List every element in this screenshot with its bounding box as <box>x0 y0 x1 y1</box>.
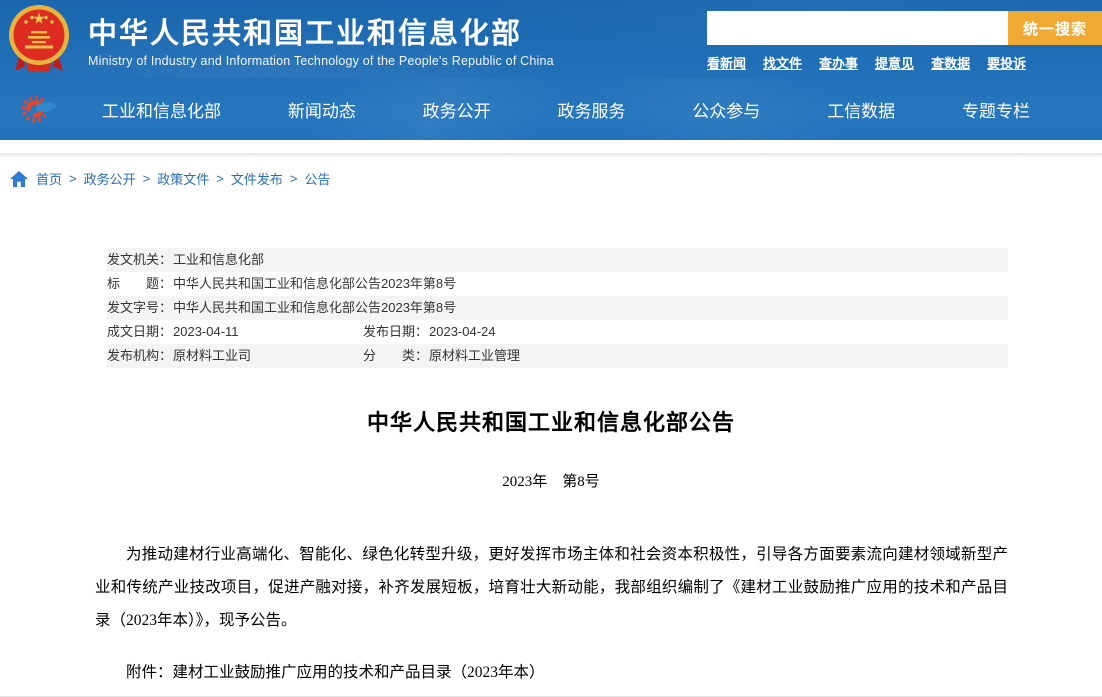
meta-value: 工业和信息化部 <box>173 248 1008 272</box>
nav-item-news[interactable]: 新闻动态 <box>288 97 356 122</box>
meta-row-publisher-category: 发布机构： 原材料工业司 分 类： 原材料工业管理 <box>107 344 1008 368</box>
meta-label: 分 类： <box>363 344 429 368</box>
home-icon[interactable] <box>10 171 28 187</box>
search-bar: 统一搜索 <box>707 11 1102 45</box>
quick-link-files[interactable]: 找文件 <box>763 53 802 72</box>
breadcrumb-separator: > <box>290 171 298 186</box>
nav-item-gov-services[interactable]: 政务服务 <box>557 97 625 122</box>
document-meta-table: 发文机关： 工业和信息化部 标 题： 中华人民共和国工业和信息化部公告2023年… <box>107 248 1008 368</box>
meta-label: 发文机关： <box>107 248 173 272</box>
quick-links: 看新闻 找文件 查办事 提意见 查数据 要投诉 <box>707 53 1102 72</box>
masthead: 中华人民共和国工业和信息化部 Ministry of Industry and … <box>0 0 1102 78</box>
document-title: 中华人民共和国工业和信息化部公告 <box>0 405 1102 437</box>
search-button[interactable]: 统一搜索 <box>1008 11 1102 45</box>
meta-value: 2023-04-24 <box>429 320 1008 344</box>
breadcrumb: 首页 > 政务公开 > 政策文件 > 文件发布 > 公告 <box>0 159 1102 194</box>
miit-logo-icon[interactable] <box>20 92 60 126</box>
meta-value: 2023-04-11 <box>173 320 363 344</box>
meta-row-dates: 成文日期： 2023-04-11 发布日期： 2023-04-24 <box>107 320 1008 344</box>
page: 中华人民共和国工业和信息化部 Ministry of Industry and … <box>0 0 1102 697</box>
meta-label: 标 题： <box>107 272 173 296</box>
nav-item-public-participation[interactable]: 公众参与 <box>692 97 760 122</box>
breadcrumb-home[interactable]: 首页 <box>36 169 62 188</box>
document-body: 中华人民共和国工业和信息化部公告 2023年 第8号 为推动建材行业高端化、智能… <box>0 405 1102 697</box>
meta-label: 发布日期： <box>363 320 429 344</box>
meta-label: 发布机构： <box>107 344 173 368</box>
meta-label: 发文字号： <box>107 296 173 320</box>
meta-value: 原材料工业司 <box>173 344 363 368</box>
breadcrumb-separator: > <box>216 171 224 186</box>
quick-link-data[interactable]: 查数据 <box>931 53 970 72</box>
document-paragraph: 为推动建材行业高端化、智能化、绿色化转型升级，更好发挥市场主体和社会资本积极性，… <box>95 538 1008 637</box>
breadcrumb-separator: > <box>69 171 77 186</box>
nav-item-gov-info[interactable]: 政务公开 <box>423 97 491 122</box>
meta-value: 中华人民共和国工业和信息化部公告2023年第8号 <box>173 272 1008 296</box>
quick-link-suggest[interactable]: 提意见 <box>875 53 914 72</box>
search-zone: 统一搜索 看新闻 找文件 查办事 提意见 查数据 要投诉 <box>707 11 1102 72</box>
nav-item-miit-data[interactable]: 工信数据 <box>827 97 895 122</box>
nav-item-ministry[interactable]: 工业和信息化部 <box>102 97 221 122</box>
nav-items: 工业和信息化部 新闻动态 政务公开 政务服务 公众参与 工信数据 专题专栏 <box>102 97 1030 122</box>
quick-link-complaint[interactable]: 要投诉 <box>987 53 1026 72</box>
document-issue-number: 2023年 第8号 <box>0 470 1102 491</box>
breadcrumb-file-release[interactable]: 文件发布 <box>231 169 283 188</box>
meta-row-title: 标 题： 中华人民共和国工业和信息化部公告2023年第8号 <box>107 272 1008 296</box>
site-brand[interactable]: 中华人民共和国工业和信息化部 Ministry of Industry and … <box>8 4 554 76</box>
nav-item-special-topics[interactable]: 专题专栏 <box>962 97 1030 122</box>
meta-label: 成文日期： <box>107 320 173 344</box>
main-nav: 工业和信息化部 新闻动态 政务公开 政务服务 公众参与 工信数据 专题专栏 <box>0 78 1102 140</box>
meta-row-document-number: 发文字号： 中华人民共和国工业和信息化部公告2023年第8号 <box>107 296 1008 320</box>
meta-value: 中华人民共和国工业和信息化部公告2023年第8号 <box>173 296 1008 320</box>
site-title: 中华人民共和国工业和信息化部 <box>88 17 554 51</box>
breadcrumb-announcement[interactable]: 公告 <box>304 169 330 188</box>
meta-value: 原材料工业管理 <box>429 344 1008 368</box>
breadcrumb-separator: > <box>143 171 151 186</box>
national-emblem-icon <box>8 4 70 76</box>
meta-row-issuing-authority: 发文机关： 工业和信息化部 <box>107 248 1008 272</box>
search-input[interactable] <box>707 11 1008 45</box>
brand-titles: 中华人民共和国工业和信息化部 Ministry of Industry and … <box>88 12 554 68</box>
breadcrumb-policy-files[interactable]: 政策文件 <box>157 169 209 188</box>
breadcrumb-gov-info[interactable]: 政务公开 <box>84 169 136 188</box>
quick-link-news[interactable]: 看新闻 <box>707 53 746 72</box>
quick-link-services[interactable]: 查办事 <box>819 53 858 72</box>
site-subtitle: Ministry of Industry and Information Tec… <box>88 54 554 68</box>
attachment-link[interactable]: 附件：建材工业鼓励推广应用的技术和产品目录（2023年本） <box>95 660 1008 682</box>
